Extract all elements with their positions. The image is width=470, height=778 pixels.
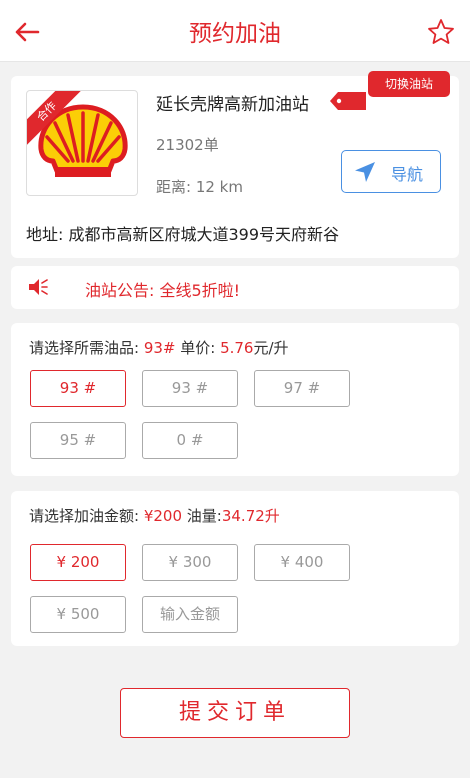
notice-text: 油站公告: 全线5折啦! (85, 281, 241, 300)
fuel-option-0[interactable]: 0 # (142, 422, 238, 459)
amount-option-200[interactable]: ¥ 200 (30, 544, 126, 581)
amount-label: 请选择加油金额: ¥200 油量:34.72升 (29, 505, 280, 526)
amount-label-prefix: 请选择加油金额: (29, 507, 144, 525)
custom-amount-input[interactable]: 输入金额 (142, 596, 238, 633)
fuel-option-93-secondary[interactable]: 93 # (142, 370, 238, 407)
switch-station-button[interactable]: 切换油站 (368, 71, 450, 97)
fuel-option-97[interactable]: 97 # (254, 370, 350, 407)
notice-bar: 油站公告: 全线5折啦! (11, 266, 459, 309)
station-card: 合作 延长壳牌高新加油站 切换油站 21302单 距离: 12 km 导航 地址… (11, 71, 459, 258)
speaker-icon (29, 279, 48, 295)
volume-prefix: 油量: (182, 507, 222, 525)
navigate-label: 导航 (391, 165, 424, 184)
fuel-option-93-primary[interactable]: 93 # (30, 370, 126, 407)
submit-order-button[interactable]: 提交订单 (120, 688, 350, 738)
unit-price: 5.76 (220, 339, 254, 357)
fuel-volume: 34.72升 (221, 507, 280, 525)
amount-option-400[interactable]: ¥ 400 (254, 544, 350, 581)
selected-fuel: 93# (143, 339, 176, 357)
navigate-button[interactable]: 导航 (341, 150, 441, 193)
price-unit: 元/升 (253, 339, 289, 357)
distance-text: 距离: 12 km (156, 178, 243, 196)
fuel-selection-card: 请选择所需油品: 93# 单价: 5.76元/升 93 # 93 # 97 # … (11, 323, 459, 476)
tag-icon (330, 92, 366, 110)
amount-option-500[interactable]: ¥ 500 (30, 596, 126, 633)
page-title: 预约加油 (189, 21, 281, 47)
amount-option-300[interactable]: ¥ 300 (142, 544, 238, 581)
price-prefix: 单价: (175, 339, 221, 357)
station-name: 延长壳牌高新加油站 (156, 95, 309, 115)
fuel-label-prefix: 请选择所需油品: (29, 339, 144, 357)
top-bar: 预约加油 (0, 0, 470, 62)
station-address: 地址: 成都市高新区府城大道399号天府新谷 (26, 225, 340, 244)
order-count: 21302单 (156, 136, 219, 154)
navigation-arrow-icon (355, 162, 375, 182)
station-logo: 合作 (26, 90, 138, 196)
fuel-label: 请选择所需油品: 93# 单价: 5.76元/升 (29, 337, 289, 358)
star-outline-icon[interactable] (426, 17, 456, 47)
amount-selection-card: 请选择加油金额: ¥200 油量:34.72升 ¥ 200 ¥ 300 ¥ 40… (11, 491, 459, 646)
selected-amount: ¥200 (143, 507, 183, 525)
fuel-option-95[interactable]: 95 # (30, 422, 126, 459)
